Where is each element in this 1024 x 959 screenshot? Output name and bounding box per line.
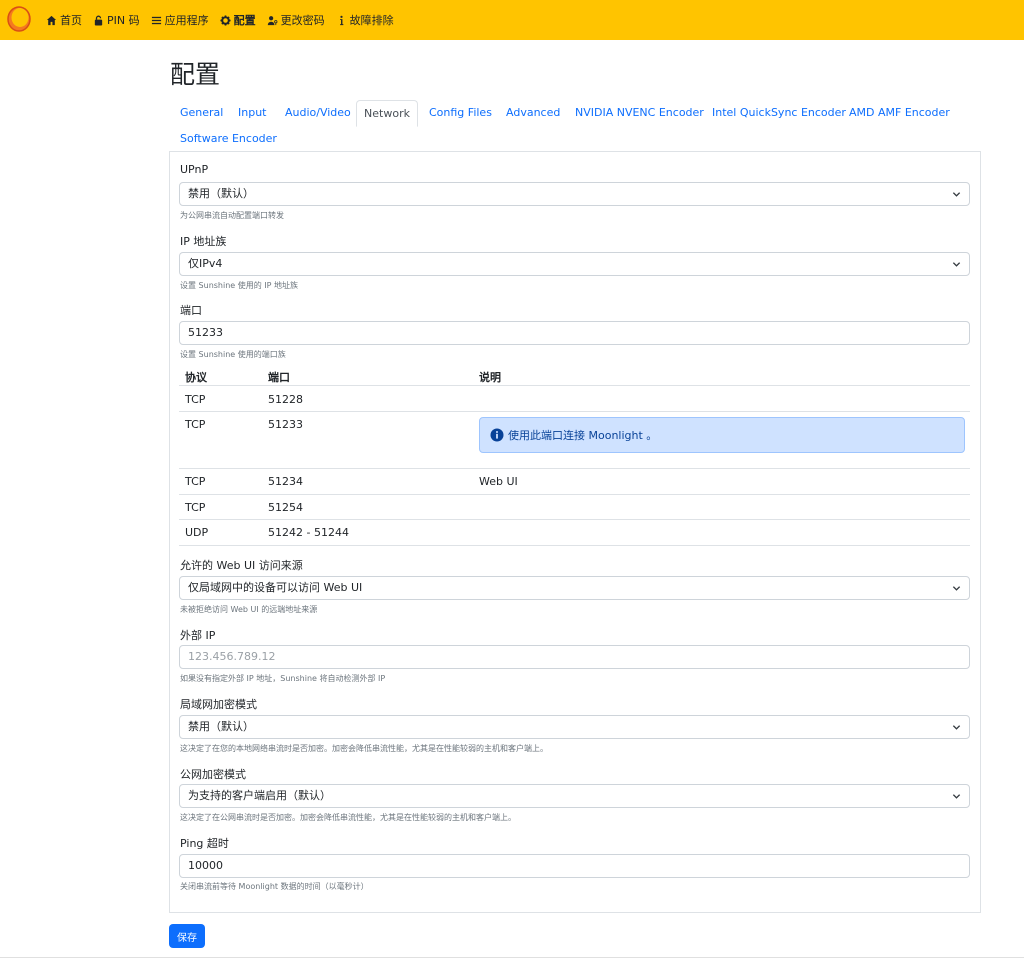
table-header-note: 说明 <box>479 371 501 384</box>
alert-text: 使用此端口连接 Moonlight 。 <box>508 429 658 442</box>
external-ip-hint: 如果没有指定外部 IP 地址，Sunshine 将自动检测外部 IP <box>180 674 386 683</box>
upnp-hint: 为公网串流自动配置端口转发 <box>180 211 284 220</box>
nav-password-label: 更改密码 <box>280 14 325 27</box>
lan-encryption-select-value: 禁用（默认） <box>188 720 254 733</box>
ping-timeout-hint: 关闭串流前等待 Moonlight 数据的时间（以毫秒计） <box>180 882 369 891</box>
port-label: 端口 <box>180 304 202 317</box>
external-ip-label: 外部 IP <box>180 629 216 642</box>
page-title: 配置 <box>170 60 221 89</box>
page-bottom-divider <box>0 957 1024 958</box>
web-ui-origin-select-value: 仅局域网中的设备可以访问 Web UI <box>188 581 363 594</box>
table-divider <box>179 494 970 495</box>
tab-input[interactable]: Input <box>238 100 266 126</box>
lan-encryption-label: 局域网加密模式 <box>180 698 257 711</box>
table-divider <box>179 411 970 412</box>
moonlight-port-alert: 使用此端口连接 Moonlight 。 <box>479 417 965 453</box>
chevron-down-icon <box>952 262 961 267</box>
ip-family-label: IP 地址族 <box>180 235 227 248</box>
lock-icon <box>94 15 103 26</box>
ip-family-select[interactable]: 仅IPv4 <box>179 252 970 276</box>
chevron-down-icon <box>952 586 961 591</box>
table-divider <box>179 385 970 386</box>
save-button[interactable]: 保存 <box>169 924 205 948</box>
nav-item-pin[interactable]: PIN 码 <box>93 12 140 28</box>
nav-troubleshoot-label: 故障排除 <box>349 14 394 27</box>
table-row-port: 51233 <box>268 418 303 431</box>
table-row-note: Web UI <box>479 475 518 488</box>
tab-network[interactable]: Network <box>356 100 418 127</box>
web-ui-origin-select[interactable]: 仅局域网中的设备可以访问 Web UI <box>179 576 970 600</box>
lan-encryption-hint: 这决定了在您的本地网络串流时是否加密。加密会降低串流性能，尤其是在性能较弱的主机… <box>180 744 548 753</box>
chevron-down-icon <box>952 725 961 730</box>
sunshine-logo-icon[interactable] <box>6 5 32 33</box>
port-input-value: 51233 <box>188 326 223 339</box>
table-row-protocol: TCP <box>185 501 206 514</box>
info-icon <box>339 15 343 25</box>
ping-timeout-value: 10000 <box>188 859 223 872</box>
table-header-protocol: 协议 <box>185 371 207 384</box>
table-row-protocol: TCP <box>185 393 206 406</box>
table-row-protocol: TCP <box>185 418 206 431</box>
list-icon <box>151 16 161 24</box>
table-row-port: 51228 <box>268 393 303 406</box>
table-row-port: 51254 <box>268 501 303 514</box>
table-header-port: 端口 <box>268 371 290 384</box>
web-ui-origin-hint: 未被拒绝访问 Web UI 的远端地址来源 <box>180 605 318 614</box>
nav-pin-label: PIN 码 <box>107 14 140 27</box>
table-row-protocol: TCP <box>185 475 206 488</box>
upnp-label: UPnP <box>180 163 209 176</box>
nav-item-home[interactable]: 首页 <box>46 12 82 28</box>
external-ip-input[interactable]: 123.456.789.12 <box>179 645 970 669</box>
port-input[interactable]: 51233 <box>179 321 970 345</box>
ping-timeout-label: Ping 超时 <box>180 837 229 850</box>
upnp-select-value: 禁用（默认） <box>188 187 254 200</box>
tab-advanced[interactable]: Advanced <box>506 100 560 126</box>
tab-nvenc[interactable]: NVIDIA NVENC Encoder <box>575 100 704 126</box>
port-hint: 设置 Sunshine 使用的端口族 <box>180 350 286 359</box>
nav-config-label: 配置 <box>233 14 256 27</box>
nav-home-label: 首页 <box>60 14 82 27</box>
chevron-down-icon <box>952 192 961 197</box>
table-row-port: 51242 - 51244 <box>268 526 349 539</box>
table-divider <box>179 545 970 546</box>
top-navbar: 首页 PIN 码 应用程序 配置 更改密码 故障排除 <box>0 0 1024 40</box>
external-ip-placeholder: 123.456.789.12 <box>188 650 276 663</box>
wan-encryption-hint: 这决定了在公网串流时是否加密。加密会降低串流性能，尤其是在性能较弱的主机和客户端… <box>180 813 516 822</box>
lan-encryption-select[interactable]: 禁用（默认） <box>179 715 970 739</box>
info-circle-icon <box>490 428 504 442</box>
nav-item-config[interactable]: 配置 <box>220 12 256 28</box>
wan-encryption-label: 公网加密模式 <box>180 768 246 781</box>
ip-family-select-value: 仅IPv4 <box>188 257 223 270</box>
wan-encryption-select-value: 为支持的客户端启用（默认） <box>188 789 331 802</box>
nav-item-apps[interactable]: 应用程序 <box>151 12 209 28</box>
nav-apps-label: 应用程序 <box>164 14 209 27</box>
nav-item-troubleshoot[interactable]: 故障排除 <box>336 12 394 28</box>
upnp-select[interactable]: 禁用（默认） <box>179 182 970 206</box>
ip-family-hint: 设置 Sunshine 使用的 IP 地址族 <box>180 281 299 290</box>
tab-amf[interactable]: AMD AMF Encoder <box>849 100 950 126</box>
table-row-protocol: UDP <box>185 526 209 539</box>
tab-quicksync[interactable]: Intel QuickSync Encoder <box>712 100 846 126</box>
table-divider <box>179 468 970 469</box>
home-icon <box>46 15 57 25</box>
user-key-icon <box>267 15 278 25</box>
tab-audio-video[interactable]: Audio/Video <box>285 100 351 126</box>
tab-software-encoder[interactable]: Software Encoder <box>180 126 277 152</box>
gear-icon <box>220 14 231 26</box>
tab-config-files[interactable]: Config Files <box>429 100 492 126</box>
table-row-port: 51234 <box>268 475 303 488</box>
table-divider <box>179 519 970 520</box>
wan-encryption-select[interactable]: 为支持的客户端启用（默认） <box>179 784 970 808</box>
nav-item-password[interactable]: 更改密码 <box>267 12 325 28</box>
config-tabs: General Input Audio/Video Network Config… <box>169 100 981 152</box>
chevron-down-icon <box>952 794 961 799</box>
ping-timeout-input[interactable]: 10000 <box>179 854 970 878</box>
tab-general[interactable]: General <box>180 100 223 126</box>
web-ui-origin-label: 允许的 Web UI 访问来源 <box>180 559 303 572</box>
